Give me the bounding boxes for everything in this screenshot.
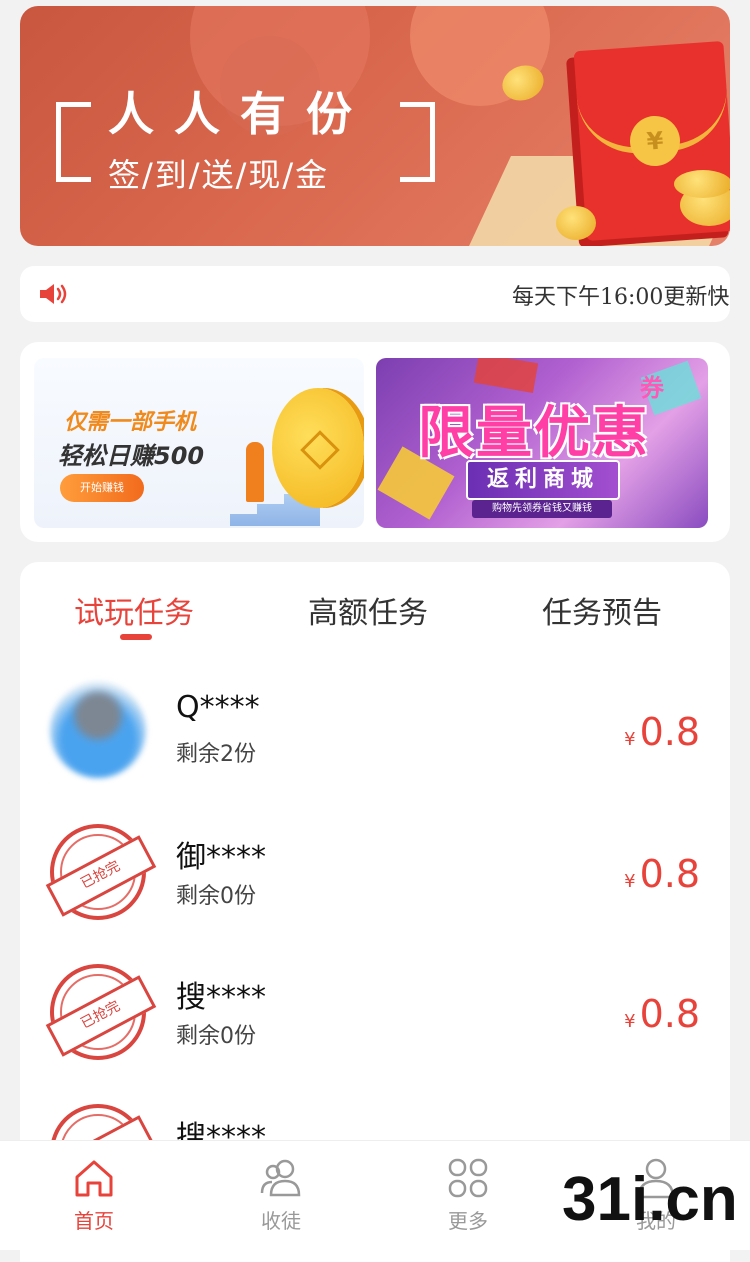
task-name: 搜****: [176, 980, 266, 1015]
nav-label: 收徒: [261, 1209, 301, 1233]
start-earning-button[interactable]: 开始赚钱: [60, 474, 144, 502]
grid-icon: [448, 1158, 488, 1198]
task-remaining: 剩余0份: [176, 884, 256, 909]
task-remaining: 剩余0份: [176, 1024, 256, 1049]
speaker-icon: [40, 284, 67, 304]
promo-section: 仅需一部手机 轻松日赚500 开始赚钱 限量优惠 券 返利商城 购物先领券省钱又…: [20, 342, 730, 542]
task-price: ¥0.8: [624, 852, 700, 896]
banner-title: 人人有份: [108, 87, 372, 141]
stamp-text: 已抢完: [45, 835, 157, 917]
tab-trial-tasks[interactable]: 试玩任务: [74, 588, 194, 632]
stamp-text: 已抢完: [45, 975, 157, 1057]
promo-mall-subtitle-box: 返利商城: [466, 460, 620, 500]
sold-out-stamp-icon: 已抢完: [45, 964, 157, 1060]
task-row[interactable]: 已抢完 搜**** 剩余0份 ¥0.8: [20, 964, 730, 1104]
tab-task-preview[interactable]: 任务预告: [542, 588, 662, 632]
avatar: [50, 682, 146, 778]
coin-icon: [674, 170, 730, 198]
task-remaining: 剩余2份: [176, 742, 256, 767]
nav-label: 更多: [448, 1209, 488, 1233]
watermark: 31i.cn: [562, 1165, 738, 1234]
task-price: ¥0.8: [624, 710, 700, 754]
task-price: ¥0.8: [624, 992, 700, 1036]
nav-item-apprentice[interactable]: 收徒: [221, 1155, 341, 1234]
notice-bar[interactable]: 每天下午16:00更新快: [20, 266, 730, 322]
promo-earn-banner[interactable]: 仅需一部手机 轻松日赚500 开始赚钱: [34, 358, 364, 528]
promo-mall-caption: 购物先领券省钱又赚钱: [472, 500, 612, 518]
task-row[interactable]: Q**** 剩余2份 ¥0.8: [20, 682, 730, 822]
bracket-left: [56, 102, 91, 182]
person-illustration: [246, 442, 264, 502]
sold-out-stamp-icon: 已抢完: [45, 824, 157, 920]
bracket-right: [400, 102, 435, 182]
promo-line2: 轻松日赚500: [58, 442, 205, 470]
promo-mall-banner[interactable]: 限量优惠 券 返利商城 购物先领券省钱又赚钱: [376, 358, 708, 528]
task-name: Q****: [176, 690, 260, 725]
coin-icon: [272, 388, 364, 508]
users-icon: [260, 1159, 301, 1197]
task-row[interactable]: 已抢完 御**** 剩余0份 ¥0.8: [20, 824, 730, 964]
nav-label: 首页: [74, 1209, 114, 1233]
nav-item-more[interactable]: 更多: [408, 1155, 528, 1234]
hero-banner[interactable]: 人人有份 签/到/送/现/金 ¥: [20, 6, 730, 246]
coin-icon: [556, 206, 596, 240]
notice-text: 每天下午16:00更新快: [512, 285, 730, 310]
promo-mall-badge: 券: [640, 374, 664, 402]
nav-item-home[interactable]: 首页: [34, 1155, 154, 1234]
tab-active-indicator: [120, 634, 152, 640]
tab-high-tasks[interactable]: 高额任务: [308, 588, 428, 632]
home-icon: [75, 1160, 113, 1197]
task-name: 御****: [176, 840, 266, 875]
promo-line1: 仅需一部手机: [64, 410, 197, 435]
promo-mall-title: 限量优惠: [418, 401, 650, 466]
promo-mall-subtitle: 返利商城: [486, 467, 599, 492]
banner-subtitle: 签/到/送/现/金: [108, 156, 330, 194]
